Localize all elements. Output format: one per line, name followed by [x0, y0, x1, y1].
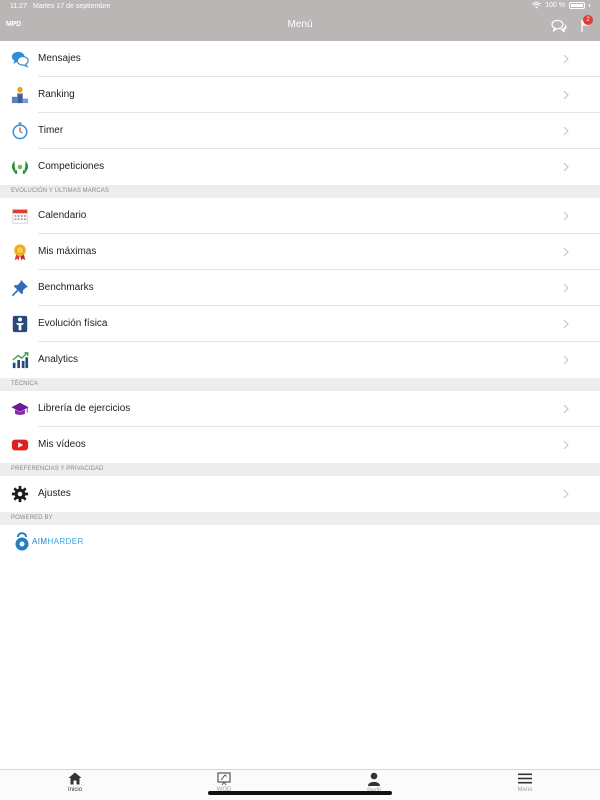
powered-by: AIMHARDER [0, 525, 600, 561]
chevron-right-icon [563, 211, 569, 221]
section-header-technique: Técnica [0, 378, 600, 391]
menu-label: Librería de ejercicios [38, 403, 131, 414]
graduation-cap-icon [11, 402, 29, 415]
battery-tip [589, 4, 590, 7]
home-indicator[interactable] [208, 791, 392, 795]
top-bar: 11:27 Martes 17 de septiembre 100 % MPD … [0, 0, 600, 41]
home-icon [68, 772, 82, 785]
chevron-right-icon [563, 126, 569, 136]
medal-icon [14, 244, 26, 261]
menu-label: Competiciones [38, 161, 105, 172]
tab-inicio[interactable]: Inicio [35, 772, 115, 793]
video-play-icon [11, 439, 29, 451]
chart-icon [12, 352, 29, 369]
menu-item-ranking[interactable]: Ranking [0, 77, 600, 113]
menu-label: Mis vídeos [38, 439, 86, 450]
chevron-right-icon [563, 355, 569, 365]
menu-item-mis-maximas[interactable]: Mis máximas [0, 234, 600, 270]
stopwatch-icon [12, 122, 28, 140]
menu-label: Mensajes [38, 53, 81, 64]
tab-bar: Inicio WOD Perfil Menú [0, 769, 600, 800]
menu-label: Benchmarks [38, 282, 94, 293]
status-right: 100 % [532, 2, 590, 9]
menu-item-ajustes[interactable]: Ajustes [0, 476, 600, 512]
menu-item-evolucion-fisica[interactable]: Evolución física [0, 306, 600, 342]
menu-label: Ajustes [38, 488, 71, 499]
menu-label: Timer [38, 125, 64, 136]
section-header-preferences: Preferencias y privacidad [0, 463, 600, 476]
section-header-powered: Powered by [0, 512, 600, 525]
battery-percent: 100 % [545, 2, 565, 9]
status-date: Martes 17 de septiembre [33, 3, 111, 10]
menu-item-calendario[interactable]: Calendario [0, 198, 600, 234]
tab-menu[interactable]: Menú [485, 772, 565, 793]
tab-label: Menú [517, 787, 533, 793]
chevron-right-icon [563, 489, 569, 499]
chevron-right-icon [563, 54, 569, 64]
menu-label: Mis máximas [38, 246, 97, 257]
menu-label: Analytics [38, 354, 79, 365]
chevron-right-icon [563, 90, 569, 100]
status-bar: 11:27 Martes 17 de septiembre 100 % [0, 0, 600, 14]
menu-list: Mensajes Ranking Timer Competiciones EVO… [0, 41, 600, 561]
menu-item-competiciones[interactable]: Competiciones [0, 149, 600, 185]
menu-item-benchmarks[interactable]: Benchmarks [0, 270, 600, 306]
menu-label: Calendario [38, 210, 87, 221]
menu-item-mensajes[interactable]: Mensajes [0, 41, 600, 77]
user-icon [368, 772, 380, 786]
section-header-evolution: Evolución y últimas marcas [0, 185, 600, 198]
aimharder-logo[interactable]: AIMHARDER [14, 530, 84, 552]
podium-icon [11, 86, 29, 104]
wifi-icon [532, 2, 542, 9]
kettlebell-icon [15, 532, 29, 551]
tab-label: Inicio [67, 787, 82, 793]
body-icon [12, 315, 28, 333]
menu-item-mis-videos[interactable]: Mis vídeos [0, 427, 600, 463]
chevron-right-icon [563, 247, 569, 257]
chevron-right-icon [563, 162, 569, 172]
aimharder-wordmark: AIMHARDER [32, 537, 84, 546]
calendar-icon [12, 209, 28, 224]
page-title: Menú [287, 19, 313, 30]
menu-item-libreria-ejercicios[interactable]: Librería de ejercicios [0, 391, 600, 427]
menu-item-analytics[interactable]: Analytics [0, 342, 600, 378]
chat-bubbles-icon [11, 51, 29, 68]
hamburger-icon [518, 773, 532, 784]
chevron-right-icon [563, 404, 569, 414]
laurel-icon [12, 161, 28, 174]
menu-label: Ranking [38, 89, 75, 100]
menu-item-timer[interactable]: Timer [0, 113, 600, 149]
notification-badge: 2 [583, 15, 593, 25]
chevron-right-icon [563, 319, 569, 329]
menu-label: Evolución física [38, 318, 108, 329]
pin-icon [11, 279, 29, 297]
chevron-right-icon [563, 440, 569, 450]
navbar: MPD Menú [0, 14, 600, 41]
whiteboard-icon [217, 772, 231, 785]
status-time: 11:27 [10, 3, 27, 10]
brand-harder: HARDER [47, 536, 84, 546]
battery-icon [569, 2, 585, 9]
chevron-right-icon [563, 283, 569, 293]
chat-icon[interactable] [551, 19, 567, 33]
tab-wod[interactable]: WOD [184, 772, 264, 793]
gear-icon [11, 485, 29, 503]
brand-aim: AIM [32, 536, 48, 546]
